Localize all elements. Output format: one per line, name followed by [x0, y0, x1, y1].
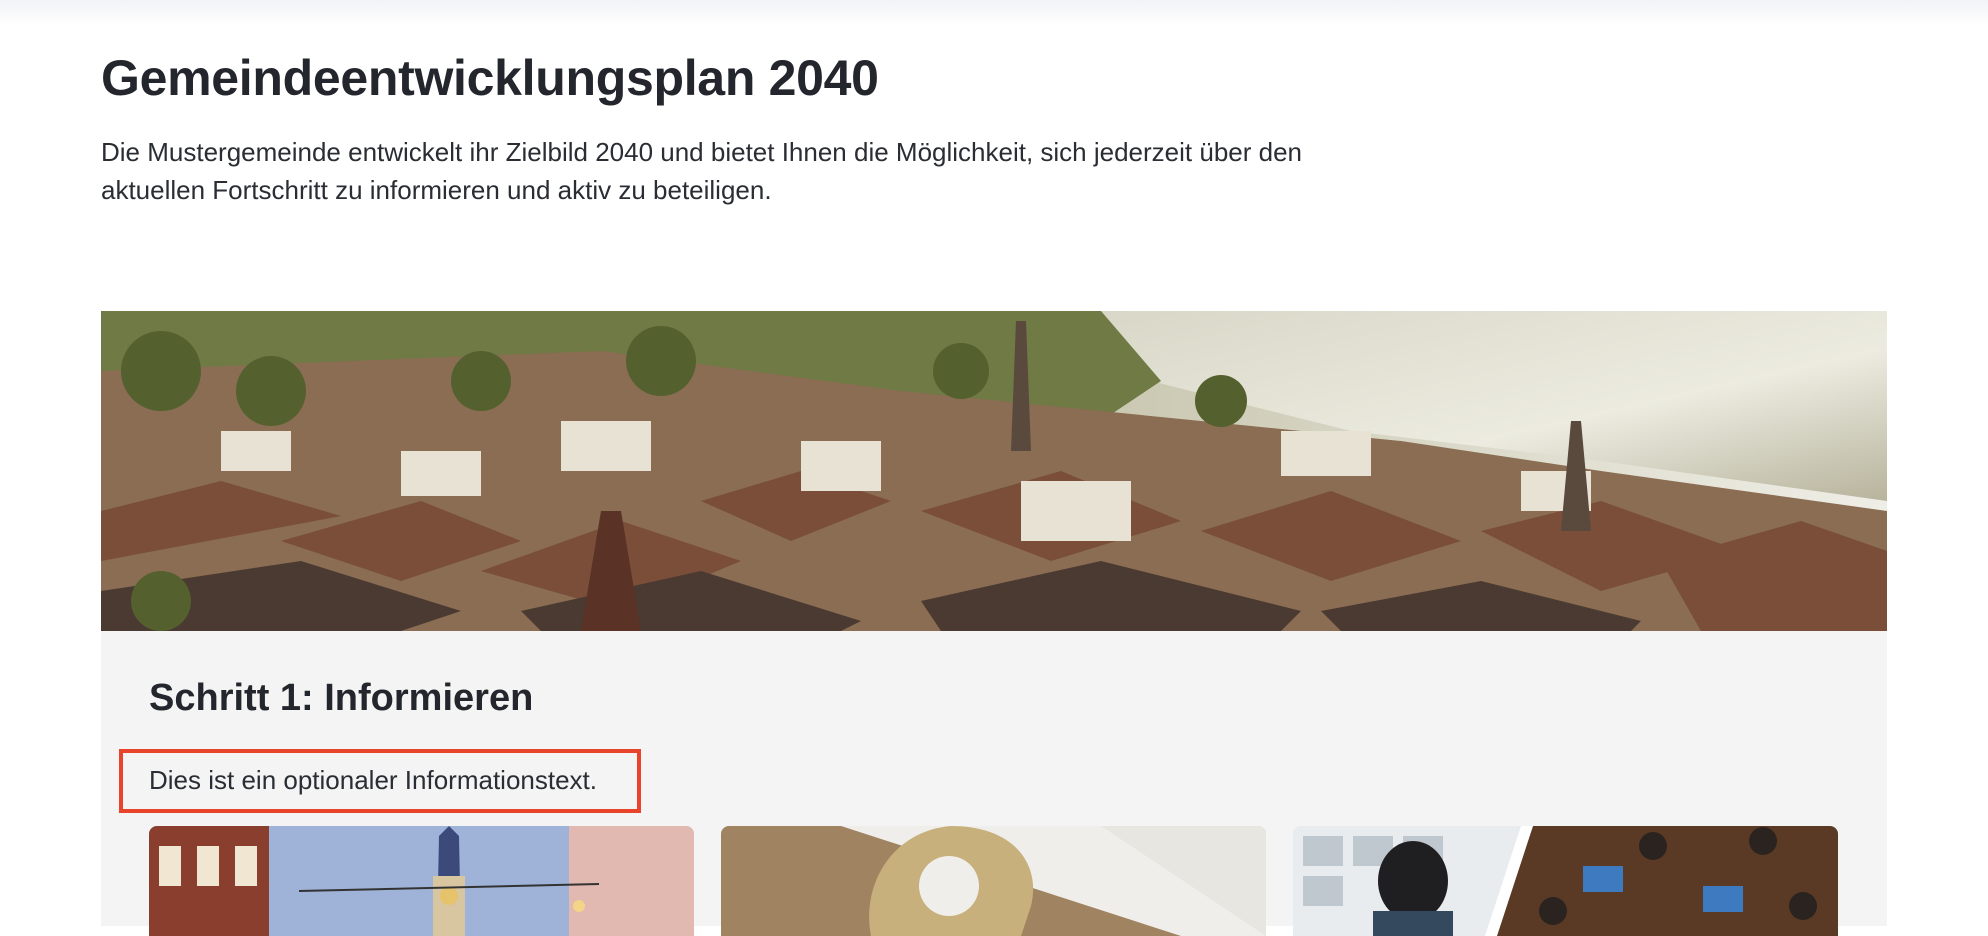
page-intro-text: Die Mustergemeinde entwickelt ihr Zielbi…: [101, 137, 1303, 205]
card-image-team-meeting[interactable]: [1293, 826, 1838, 936]
top-bar-shadow: [0, 0, 1988, 26]
step-section: Schritt 1: Informieren Dies ist ein opti…: [101, 631, 1887, 936]
card-image-location-pin[interactable]: [721, 826, 1266, 936]
hero-image: [101, 311, 1887, 631]
page-title: Gemeindeentwicklungsplan 2040: [101, 50, 879, 106]
step-info-text: Dies ist ein optionaler Informationstext…: [149, 765, 597, 795]
step-title: Schritt 1: Informieren: [149, 677, 534, 719]
card-image-old-town[interactable]: [149, 826, 694, 936]
